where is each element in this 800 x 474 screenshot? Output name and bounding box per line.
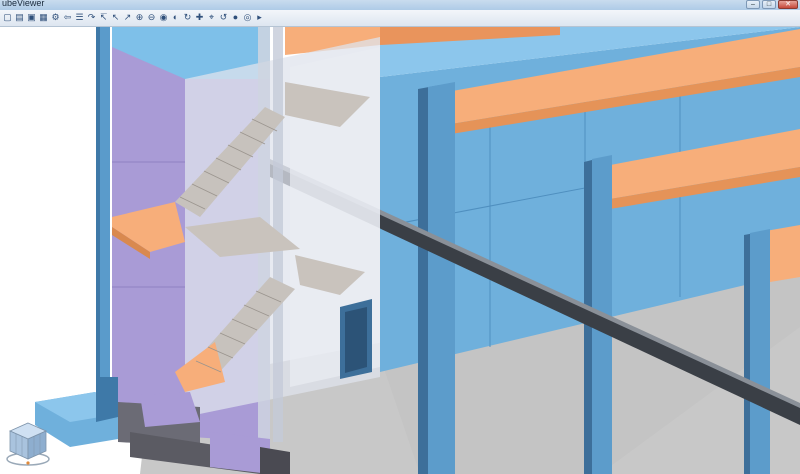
section-icon[interactable]: ↖ <box>110 12 121 23</box>
walk-icon[interactable]: ☰ <box>74 12 85 23</box>
window-title: ubeViewer <box>2 0 45 8</box>
app-window: ubeViewer – □ ✕ ▢ ▤ ▣ ▦ ⚙ ⇦ ☰ ↷ ↸ ↖ ↗ ⊕ ⊖ ◉ ◐ ↻ ✚ ⌖ ↺ ● ◎ ▸ <box>0 0 800 474</box>
3d-viewport[interactable] <box>0 27 800 474</box>
back-icon[interactable]: ⇦ <box>62 12 73 23</box>
navigation-cube-icon[interactable] <box>4 417 52 467</box>
shade-icon[interactable]: ◐ <box>170 12 181 23</box>
low-wall-3 <box>140 392 200 427</box>
rotate-icon[interactable]: ↻ <box>182 12 193 23</box>
column-3-face <box>750 229 770 474</box>
toolbar: ▢ ▤ ▣ ▦ ⚙ ⇦ ☰ ↷ ↸ ↖ ↗ ⊕ ⊖ ◉ ◐ ↻ ✚ ⌖ ↺ ● ◎ ▸ <box>0 10 800 27</box>
title-bar[interactable]: ubeViewer – □ ✕ <box>0 0 800 10</box>
zoom-in-icon[interactable]: ⊕ <box>134 12 145 23</box>
settings-icon[interactable]: ⚙ <box>50 12 61 23</box>
new-icon[interactable]: ▢ <box>2 12 13 23</box>
hide-icon[interactable]: ◎ <box>242 12 253 23</box>
low-wall-1 <box>96 377 118 422</box>
orbit-icon[interactable]: ↺ <box>218 12 229 23</box>
close-button[interactable]: ✕ <box>778 0 798 9</box>
view-dropdown-icon[interactable]: ◉ <box>158 12 169 23</box>
print-icon[interactable]: ▦ <box>38 12 49 23</box>
clip-icon[interactable]: ↗ <box>122 12 133 23</box>
open-icon[interactable]: ▤ <box>14 12 25 23</box>
camera-icon[interactable]: ↸ <box>98 12 109 23</box>
doorway-inner <box>345 307 367 373</box>
fly-icon[interactable]: ↷ <box>86 12 97 23</box>
measure-icon[interactable]: ▸ <box>254 12 265 23</box>
pan-icon[interactable]: ✚ <box>194 12 205 23</box>
column-1-face <box>428 82 455 474</box>
minimize-button[interactable]: – <box>746 0 760 9</box>
fit-icon[interactable]: ⌖ <box>206 12 217 23</box>
save-icon[interactable]: ▣ <box>26 12 37 23</box>
maximize-button[interactable]: □ <box>762 0 776 9</box>
select-icon[interactable]: ● <box>230 12 241 23</box>
left-column-face <box>100 27 110 407</box>
building-model[interactable] <box>0 27 800 474</box>
zoom-out-icon[interactable]: ⊖ <box>146 12 157 23</box>
